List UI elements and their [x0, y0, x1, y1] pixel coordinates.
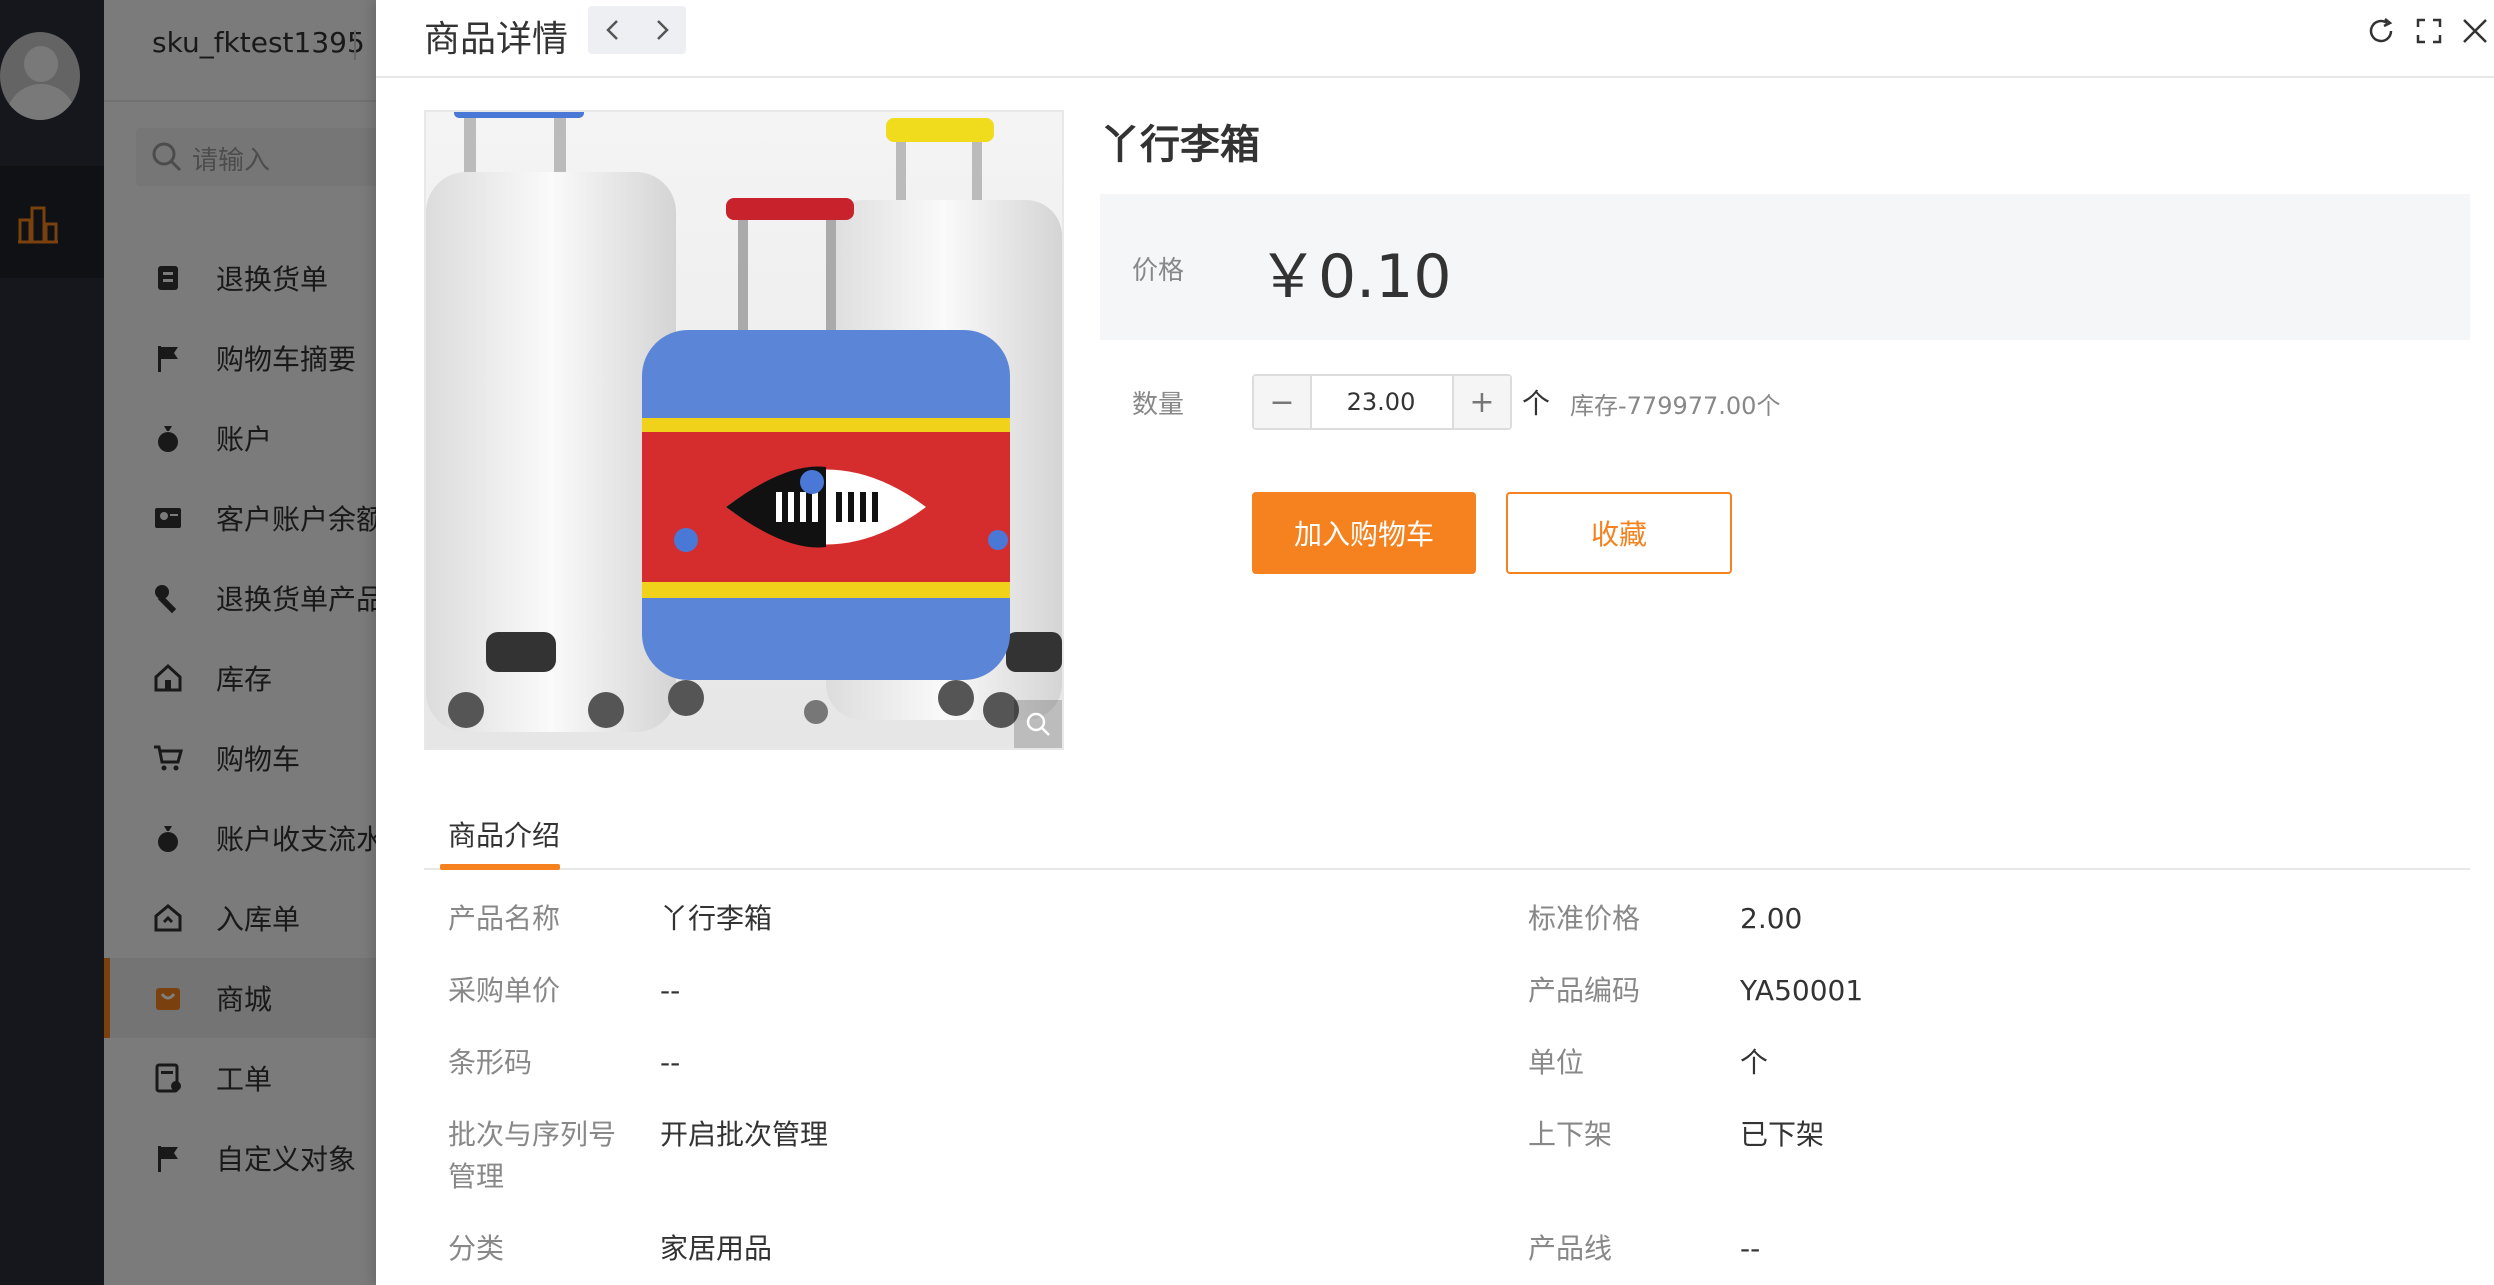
zoom-icon	[1026, 712, 1050, 736]
attr-value: --	[1740, 1232, 1761, 1265]
quantity-unit: 个	[1522, 387, 1551, 420]
attr-value: 2.00	[1740, 902, 1803, 935]
fullscreen-button[interactable]	[2412, 14, 2446, 48]
attr-key: 产品线	[1528, 1232, 1613, 1265]
attr-key: 分类	[448, 1232, 505, 1265]
price-panel: 价格 ￥0.10	[1100, 194, 2470, 340]
attr-key: 标准价格	[1528, 902, 1641, 935]
refresh-icon	[2369, 18, 2393, 43]
product-name: 丫行李箱	[1100, 122, 1260, 168]
next-record-button[interactable]	[637, 6, 686, 54]
drawer-tools	[2364, 14, 2494, 50]
tab-product-intro[interactable]: 商品介绍	[448, 814, 560, 854]
modal-backdrop[interactable]	[0, 0, 376, 1285]
detail-tabs: 商品介绍	[424, 800, 2470, 870]
product-image[interactable]	[424, 110, 1064, 750]
favorite-button[interactable]: 收藏	[1506, 492, 1732, 574]
price-value: ￥0.10	[1258, 242, 1452, 312]
decrement-button[interactable]: −	[1254, 376, 1312, 428]
drawer-header: 商品详情	[376, 0, 2494, 78]
suitcase-illustration	[426, 112, 1062, 748]
attr-key: 产品名称	[448, 902, 561, 935]
product-detail-drawer: 商品详情 丫行李箱 价格 ￥0.10 数量 − 23.00 + 个 库存-779…	[376, 0, 2494, 1285]
active-tab-indicator	[440, 864, 560, 870]
refresh-button[interactable]	[2364, 14, 2398, 48]
quantity-label: 数量	[1132, 390, 1185, 420]
chevron-right-icon	[656, 20, 669, 40]
attr-key: 产品编码	[1528, 974, 1641, 1007]
chevron-left-icon	[605, 20, 618, 40]
attr-key: 单位	[1528, 1046, 1585, 1079]
price-label: 价格	[1132, 256, 1185, 286]
record-nav	[588, 6, 686, 54]
drawer-title: 商品详情	[424, 19, 569, 60]
attr-value: 个	[1740, 1046, 1769, 1079]
attr-value: YA50001	[1740, 974, 1864, 1007]
attr-key: 批次与序列号管理	[448, 1118, 617, 1193]
increment-button[interactable]: +	[1452, 376, 1510, 428]
quantity-input[interactable]	[1312, 376, 1450, 428]
attr-key: 条形码	[448, 1046, 533, 1079]
stock-info: 库存-779977.00个	[1570, 392, 1781, 420]
attr-value: --	[660, 1046, 681, 1079]
attr-key: 采购单价	[448, 974, 561, 1007]
fullscreen-icon	[2416, 18, 2442, 44]
prev-record-button[interactable]	[588, 6, 637, 54]
attr-key: 上下架	[1528, 1118, 1613, 1151]
attr-value: --	[660, 974, 681, 1007]
attr-value: 已下架	[1740, 1118, 1825, 1151]
attr-value: 家居用品	[660, 1232, 773, 1265]
zoom-button[interactable]	[1014, 700, 1062, 748]
attr-value: 丫行李箱	[660, 902, 773, 935]
close-button[interactable]	[2458, 14, 2492, 48]
quantity-stepper: − +	[1252, 374, 1512, 430]
attr-value: 开启批次管理	[660, 1118, 829, 1151]
close-icon	[2463, 19, 2487, 43]
add-to-cart-button[interactable]: 加入购物车	[1252, 492, 1476, 574]
